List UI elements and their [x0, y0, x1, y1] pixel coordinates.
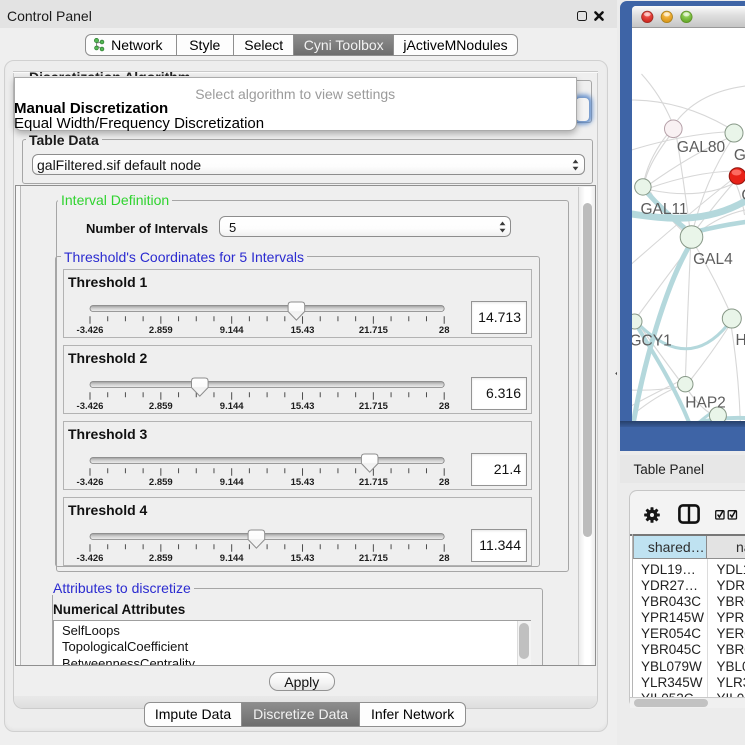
svg-text:15.43: 15.43: [291, 553, 315, 564]
svg-text:HAP2: HAP2: [685, 395, 726, 412]
svg-text:-3.426: -3.426: [77, 477, 104, 488]
svg-text:28: 28: [439, 401, 450, 412]
svg-text:21.715: 21.715: [359, 325, 389, 336]
svg-text:2.859: 2.859: [149, 325, 173, 336]
svg-text:15.43: 15.43: [291, 477, 315, 488]
svg-text:9.144: 9.144: [220, 401, 244, 412]
svg-text:-3.426: -3.426: [77, 325, 104, 336]
svg-text:H: H: [735, 332, 745, 349]
svg-text:GCY1: GCY1: [632, 333, 672, 350]
svg-text:2.859: 2.859: [149, 477, 173, 488]
svg-text:15.43: 15.43: [291, 325, 315, 336]
svg-text:21.715: 21.715: [359, 477, 389, 488]
svg-text:2.859: 2.859: [149, 553, 173, 564]
svg-text:GA: GA: [733, 147, 745, 164]
svg-text:2.859: 2.859: [149, 401, 173, 412]
svg-text:28: 28: [439, 477, 450, 488]
svg-text:9.144: 9.144: [220, 477, 244, 488]
svg-text:-3.426: -3.426: [77, 401, 104, 412]
svg-text:15.43: 15.43: [291, 401, 315, 412]
svg-text:C: C: [741, 187, 745, 204]
svg-text:21.715: 21.715: [359, 401, 389, 412]
svg-text:GAL4: GAL4: [693, 251, 733, 268]
svg-text:9.144: 9.144: [220, 553, 244, 564]
svg-text:9.144: 9.144: [220, 325, 244, 336]
svg-text:GAL11: GAL11: [640, 201, 687, 218]
svg-text:GAL80: GAL80: [676, 139, 725, 156]
svg-text:-3.426: -3.426: [77, 553, 104, 564]
svg-text:28: 28: [439, 325, 450, 336]
svg-text:28: 28: [439, 553, 450, 564]
svg-text:21.715: 21.715: [359, 553, 389, 564]
